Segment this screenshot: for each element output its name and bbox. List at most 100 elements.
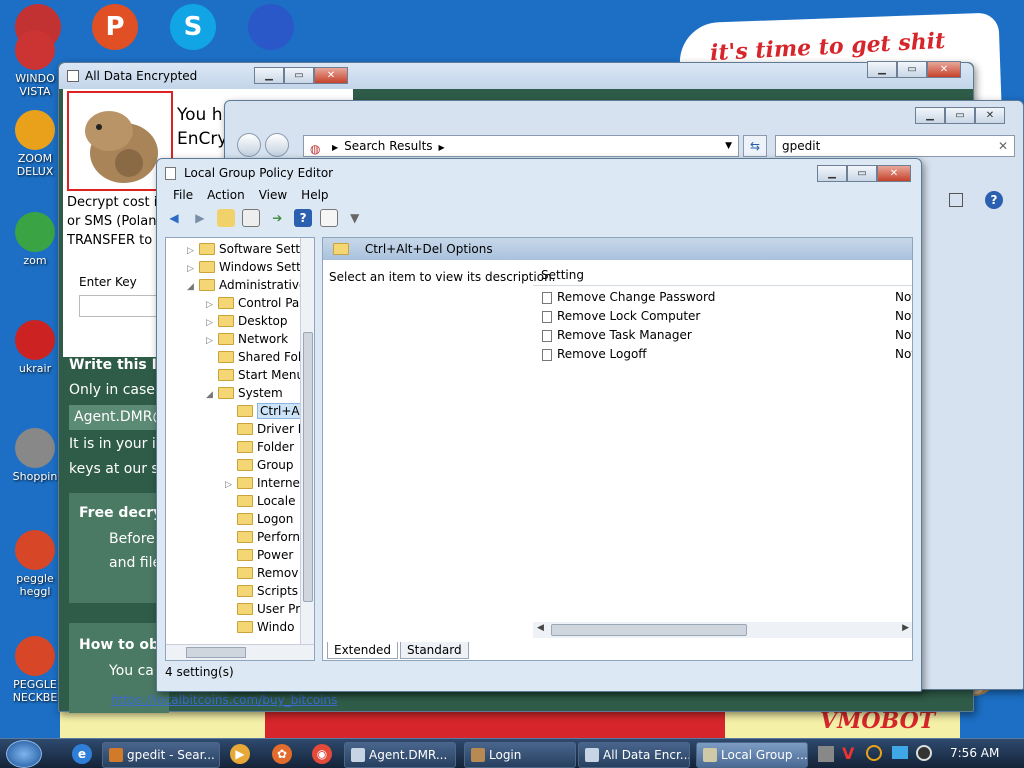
tree-node[interactable]: ▷ Interne (166, 474, 314, 492)
tree-node[interactable]: Shared Fol (166, 348, 314, 366)
tab-standard[interactable]: Standard (400, 642, 469, 659)
forward-button[interactable] (265, 133, 289, 157)
tree-node[interactable]: Start Menu (166, 366, 314, 384)
tree-node[interactable]: ▷ Software Setti (166, 240, 314, 258)
setting-name: Remove Task Manager (557, 328, 692, 342)
ie-icon[interactable]: e (72, 744, 92, 764)
preview-pane-icon[interactable] (949, 193, 963, 207)
tree-node[interactable]: Power (166, 546, 314, 564)
close-button[interactable]: ✕ (877, 165, 911, 182)
setting-row[interactable]: Remove Task Manager Not (539, 326, 912, 345)
maximize-button[interactable]: ▭ (284, 67, 314, 84)
tree-node[interactable]: ◢ System (166, 384, 314, 402)
desktop-icon[interactable]: PEGGLE NECKBE (5, 636, 65, 704)
gpe-window[interactable]: Local Group Policy Editor ▁ ▭ ✕ File Action… (156, 158, 922, 692)
tree-node-label: User Pr (257, 602, 301, 616)
tree-node[interactable]: Group (166, 456, 314, 474)
tree-scrollbar[interactable] (300, 238, 314, 644)
list-hscrollbar[interactable]: ◀ ▶ (533, 622, 912, 638)
filter-icon[interactable]: ▼ (346, 209, 364, 227)
desktop-icon[interactable]: ukrair (5, 320, 65, 375)
tree-node[interactable]: ◢ Administrative (166, 276, 314, 294)
close-button[interactable]: ✕ (927, 61, 961, 78)
tray-icon[interactable]: V (842, 744, 854, 763)
menu-help[interactable]: Help (301, 188, 328, 202)
tree-node[interactable]: Ctrl+A (166, 402, 314, 420)
paint-icon[interactable]: ✿ (272, 744, 292, 764)
back-button[interactable] (237, 133, 261, 157)
tray-icon[interactable] (866, 745, 882, 761)
tree-node[interactable]: Windo (166, 618, 314, 636)
bitcoin-link[interactable]: https://localbitcoins.com/buy_bitcoins (111, 693, 337, 707)
tree-node[interactable]: ▷ Network (166, 330, 314, 348)
menu-file[interactable]: File (173, 188, 193, 202)
search-input[interactable]: gpedit ✕ (775, 135, 1015, 157)
media-player-icon[interactable]: ▶ (230, 744, 250, 764)
tree-node[interactable]: ▷ Control Pa (166, 294, 314, 312)
skype-icon[interactable]: S (170, 4, 216, 50)
tree-node[interactable]: ▷ Desktop (166, 312, 314, 330)
properties-icon[interactable] (319, 209, 338, 227)
tree-node[interactable]: Scripts (166, 582, 314, 600)
taskbar-button[interactable]: Local Group ... (696, 742, 808, 768)
taskbar-button[interactable]: Agent.DMR... (344, 742, 456, 768)
tray-icon[interactable] (892, 746, 908, 759)
minimize-button[interactable]: ▁ (867, 61, 897, 78)
chrome-icon[interactable]: ◉ (312, 744, 332, 764)
clear-search-icon[interactable]: ✕ (998, 136, 1008, 156)
clock[interactable]: 7:56 AM (950, 746, 999, 760)
tree-node[interactable]: Remov (166, 564, 314, 582)
minimize-button[interactable]: ▁ (254, 67, 284, 84)
desktop-icon[interactable]: WINDO VISTA (5, 30, 65, 98)
menu-action[interactable]: Action (207, 188, 245, 202)
agent-field[interactable]: Agent.DMR@ (69, 405, 169, 430)
tree-node[interactable]: Logon (166, 510, 314, 528)
close-button[interactable]: ✕ (975, 107, 1005, 124)
folder-icon (237, 549, 253, 561)
tree-node[interactable]: ▷ Windows Sett (166, 258, 314, 276)
forward-arrow-icon[interactable]: ▶ (191, 209, 209, 227)
refresh-button[interactable]: ⇆ (743, 135, 767, 157)
taskbar-button[interactable]: Login (464, 742, 576, 768)
taskbar-button[interactable]: All Data Encr... (578, 742, 690, 768)
collapse-arrow-icon[interactable]: ◢ (206, 386, 218, 404)
maximize-button[interactable]: ▭ (945, 107, 975, 124)
minimize-button[interactable]: ▁ (915, 107, 945, 124)
tray-icon[interactable] (818, 746, 834, 762)
help-icon[interactable]: ? (294, 209, 313, 227)
tree-hscrollbar[interactable] (166, 644, 314, 660)
maximize-button[interactable]: ▭ (897, 61, 927, 78)
minimize-button[interactable]: ▁ (817, 165, 847, 182)
address-bar[interactable]: ◍ ▶ Search Results ▶ ▼ (303, 135, 739, 157)
address-dropdown-icon[interactable]: ▼ (725, 136, 732, 156)
export-list-icon[interactable]: ➔ (268, 209, 286, 227)
close-button[interactable]: ✕ (314, 67, 348, 84)
back-arrow-icon[interactable]: ◀ (165, 209, 183, 227)
desktop-icon[interactable]: zom (5, 212, 65, 267)
taskbar-button[interactable]: gpedit - Sear... (102, 742, 220, 768)
show-tree-icon[interactable] (242, 209, 261, 227)
collapse-arrow-icon[interactable]: ◢ (187, 278, 199, 296)
tree-node[interactable]: Perforn (166, 528, 314, 546)
desktop-icon[interactable]: Shoppin (5, 428, 65, 483)
tab-extended[interactable]: Extended (327, 642, 398, 659)
folder-icon (333, 243, 349, 255)
desktop-icon[interactable]: ZOOM DELUX (5, 110, 65, 178)
setting-column-header[interactable]: Setting (533, 264, 912, 286)
desktop-icon[interactable]: peggle heggl (5, 530, 65, 598)
peggle-p-icon[interactable]: P (92, 4, 138, 50)
up-folder-icon[interactable] (216, 209, 235, 227)
desktop-icon-label: Shoppin (12, 470, 58, 483)
maximize-button[interactable]: ▭ (847, 165, 877, 182)
tree-node[interactable]: Driver I (166, 420, 314, 438)
start-button[interactable] (6, 740, 42, 768)
tree-node[interactable]: Locale (166, 492, 314, 510)
setting-row[interactable]: Remove Logoff Not (539, 345, 912, 364)
menu-view[interactable]: View (259, 188, 287, 202)
tray-icon[interactable] (916, 745, 932, 761)
folder-icon (199, 243, 215, 255)
tree-node[interactable]: Folder (166, 438, 314, 456)
tree-node[interactable]: User Pr (166, 600, 314, 618)
help-icon[interactable]: ? (985, 191, 1003, 209)
globe-icon[interactable] (248, 4, 294, 50)
